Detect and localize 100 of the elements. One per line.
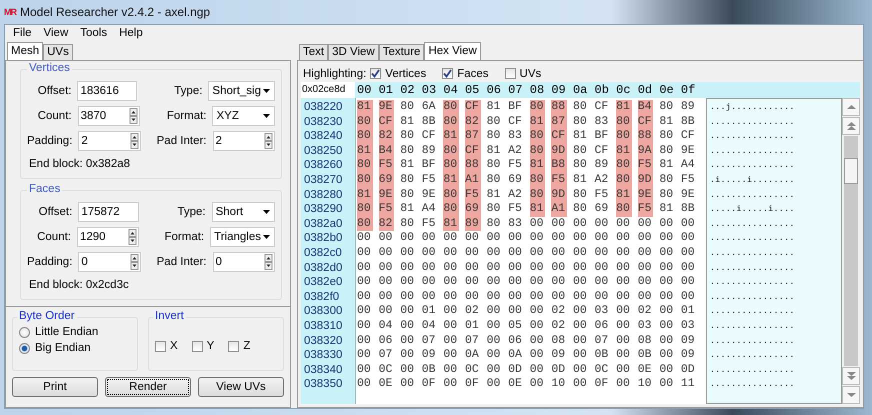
menu-item[interactable]: File bbox=[7, 27, 38, 39]
field-label: Format: bbox=[166, 110, 208, 122]
hex-byte: 00 bbox=[378, 290, 394, 304]
scroll-bottom-button[interactable] bbox=[842, 367, 860, 385]
hex-byte: 00 bbox=[356, 246, 372, 261]
offset-field[interactable]: 175872 bbox=[78, 202, 139, 222]
type-dropdown[interactable]: Short_sig bbox=[208, 81, 276, 101]
hex-byte: 00 bbox=[658, 275, 674, 290]
hex-byte: 11 bbox=[680, 377, 696, 392]
push-button[interactable]: Print bbox=[12, 377, 98, 397]
hex-byte: 00 bbox=[572, 231, 588, 246]
tab[interactable]: Mesh bbox=[7, 42, 44, 60]
checkbox[interactable] bbox=[442, 68, 454, 79]
hex-byte: 83 bbox=[594, 114, 610, 130]
hex-byte: 00 bbox=[399, 377, 415, 392]
menu-item[interactable]: Tools bbox=[74, 27, 114, 39]
hex-byte: 00 bbox=[550, 231, 566, 246]
hex-byte: 00 bbox=[658, 377, 674, 392]
ascii-text: ................ bbox=[709, 190, 796, 202]
hex-byte: 00 bbox=[442, 304, 458, 319]
count-field[interactable]: 3870 bbox=[78, 106, 140, 126]
tab[interactable]: Texture bbox=[378, 44, 424, 60]
hex-byte: 00 bbox=[356, 348, 372, 363]
hex-byte: 00 bbox=[680, 246, 696, 261]
address-cell-text: 038240 bbox=[303, 129, 344, 144]
hex-byte: 00 bbox=[658, 290, 674, 304]
hex-byte: 0A bbox=[507, 348, 523, 363]
hex-byte: 00 bbox=[572, 377, 588, 392]
tab[interactable]: Hex View bbox=[424, 42, 481, 60]
checkbox[interactable] bbox=[370, 68, 382, 79]
down-arrow-icon bbox=[846, 392, 856, 398]
hex-byte: 81 bbox=[572, 129, 588, 144]
padding-field[interactable]: 0 bbox=[78, 252, 141, 272]
radio-button[interactable] bbox=[19, 342, 30, 354]
scroll-top-button[interactable] bbox=[842, 117, 860, 135]
field-label: Count: bbox=[36, 231, 72, 243]
hex-byte: 80 bbox=[486, 129, 502, 144]
scroll-up-button[interactable] bbox=[842, 98, 860, 116]
hex-byte: 07 bbox=[420, 334, 437, 348]
hex-byte: 00 bbox=[572, 304, 588, 319]
hex-byte: 00 bbox=[528, 231, 545, 246]
radio-button[interactable] bbox=[19, 326, 30, 338]
hex-byte: 00 bbox=[356, 260, 372, 276]
checkbox[interactable] bbox=[228, 340, 240, 352]
padding-field[interactable]: 2 bbox=[78, 131, 141, 151]
type-dropdown[interactable]: Short bbox=[212, 202, 275, 222]
format-dropdown[interactable]: Triangles bbox=[210, 227, 275, 247]
checkbox[interactable] bbox=[192, 340, 203, 352]
tab[interactable]: 3D View bbox=[328, 44, 379, 60]
hex-byte: 8B bbox=[680, 202, 696, 217]
hex-byte: 00 bbox=[636, 231, 653, 246]
hex-byte: 00 bbox=[399, 246, 415, 261]
hex-byte: 00 bbox=[356, 318, 372, 334]
column-header: 0b bbox=[594, 83, 610, 97]
pad-inter-field[interactable]: 2 bbox=[212, 131, 275, 151]
app-logo: MR bbox=[4, 7, 16, 17]
offset-field[interactable]: 183616 bbox=[77, 81, 137, 101]
hex-byte: 00 bbox=[550, 216, 566, 232]
checkbox-label: Z bbox=[243, 340, 250, 352]
hex-byte: 69 bbox=[594, 202, 610, 217]
hex-byte: 80 bbox=[486, 216, 502, 232]
hex-byte: 00 bbox=[636, 216, 653, 232]
hex-byte: A4 bbox=[680, 158, 696, 173]
hex-byte: 80 bbox=[399, 100, 415, 115]
scroll-down-button[interactable] bbox=[842, 386, 860, 404]
hex-byte: F5 bbox=[680, 172, 696, 188]
push-button[interactable]: Render bbox=[105, 377, 191, 397]
hex-byte: 04 bbox=[378, 318, 394, 334]
hex-byte: 00 bbox=[420, 260, 437, 276]
field-label: Type: bbox=[176, 206, 207, 218]
address-cell-text: 0382f0 bbox=[303, 290, 340, 304]
hex-byte: 00 bbox=[680, 260, 696, 276]
pad-inter-field[interactable]: 0 bbox=[212, 252, 275, 272]
hex-byte: 00 bbox=[399, 275, 415, 290]
hex-byte: 89 bbox=[420, 144, 437, 158]
checkbox[interactable] bbox=[155, 340, 166, 352]
column-header: 03 bbox=[420, 83, 438, 97]
hex-byte: F5 bbox=[507, 158, 523, 173]
column-header: 05 bbox=[464, 83, 480, 97]
scrollbar[interactable] bbox=[842, 98, 860, 404]
hex-byte: 00 bbox=[615, 334, 631, 348]
hex-byte: 00 bbox=[658, 318, 674, 334]
hex-byte: 69 bbox=[507, 172, 523, 188]
menu-item[interactable]: Help bbox=[113, 27, 149, 39]
field-label: Offset: bbox=[36, 85, 72, 97]
tab[interactable]: Text bbox=[299, 44, 328, 60]
tab[interactable]: UVs bbox=[43, 44, 73, 60]
hex-byte: 81 bbox=[658, 114, 674, 130]
ascii-text: ................ bbox=[709, 248, 796, 260]
checkbox[interactable] bbox=[504, 68, 516, 79]
hex-byte: 00 bbox=[486, 275, 502, 290]
count-field[interactable]: 1290 bbox=[76, 227, 140, 247]
spinner-icon bbox=[129, 108, 138, 124]
hex-byte: 00 bbox=[442, 290, 458, 304]
push-button[interactable]: View UVs bbox=[198, 377, 284, 397]
scroll-thumb[interactable] bbox=[844, 158, 858, 184]
ascii-text: ................ bbox=[709, 116, 796, 129]
hex-byte: 00 bbox=[486, 304, 502, 319]
format-dropdown[interactable]: XYZ bbox=[212, 106, 275, 126]
menu-item[interactable]: View bbox=[38, 27, 74, 39]
